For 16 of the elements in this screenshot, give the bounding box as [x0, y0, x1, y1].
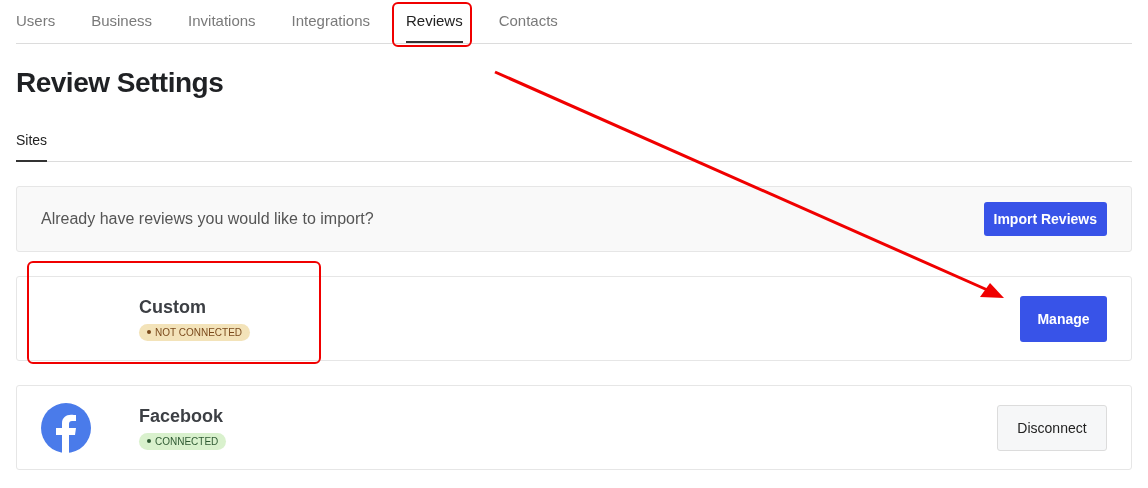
disconnect-button[interactable]: Disconnect	[997, 404, 1107, 451]
nav-tab[interactable]: Users	[16, 0, 56, 43]
nav-tab[interactable]: Invitations	[188, 0, 256, 43]
import-reviews-button[interactable]: Import Reviews	[983, 202, 1107, 236]
site-name: Facebook	[139, 405, 224, 427]
sites-tab[interactable]: Sites	[16, 132, 48, 162]
status-badge: NOT CONNECTED	[139, 323, 251, 341]
page-title: Review Settings	[16, 66, 225, 100]
nav-tab[interactable]: Reviews	[406, 0, 463, 43]
status-badge: CONNECTED	[139, 432, 227, 450]
nav-tab[interactable]: Business	[91, 0, 153, 43]
nav-tab[interactable]: Contacts	[498, 0, 558, 43]
nav-tab[interactable]: Integrations	[291, 0, 370, 43]
import-prompt: Already have reviews you would like to import?	[41, 210, 374, 228]
site-name: Custom	[139, 296, 206, 318]
manage-button[interactable]: Manage	[1020, 295, 1107, 342]
